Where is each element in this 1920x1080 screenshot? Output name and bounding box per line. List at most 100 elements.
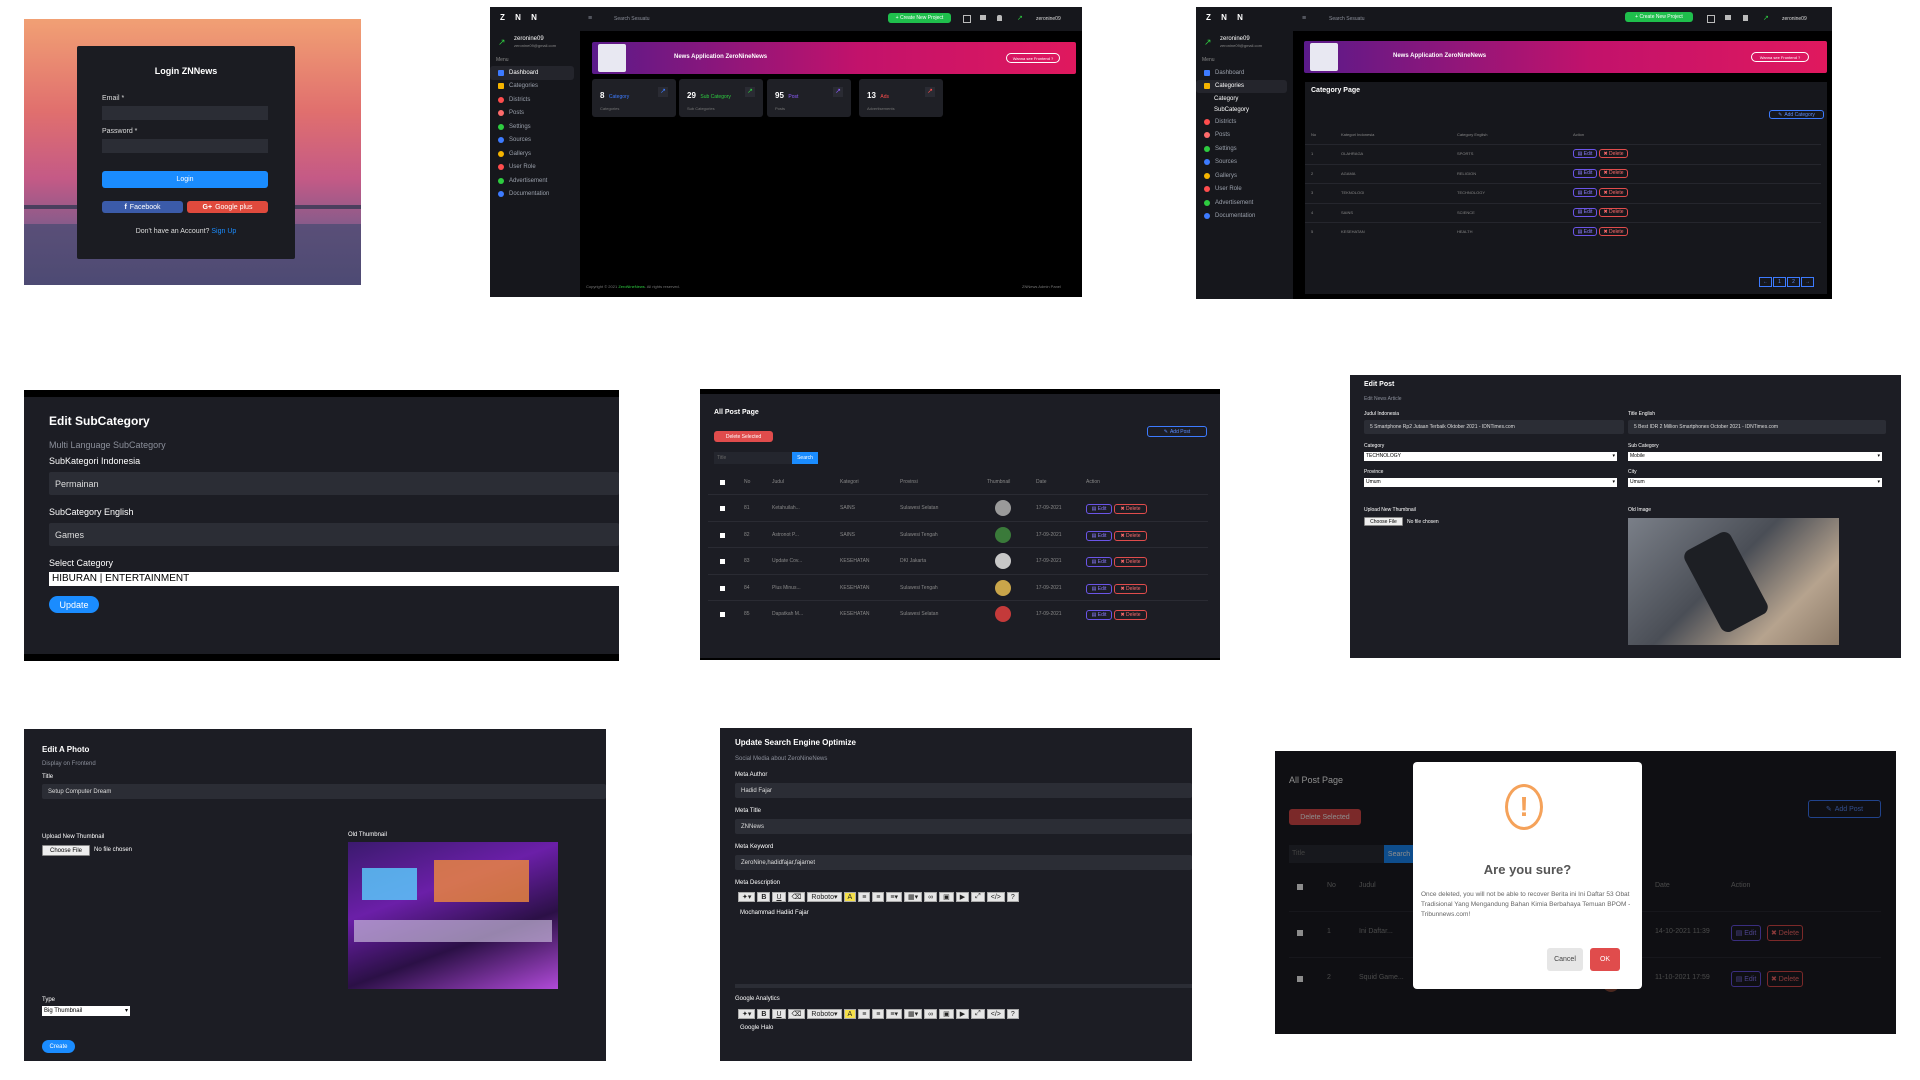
add-category-button[interactable]: ✎ Add Category xyxy=(1769,110,1824,119)
pagination-next[interactable]: → xyxy=(1801,277,1814,287)
sidebar-item-posts[interactable]: Posts xyxy=(490,107,580,121)
edit-button[interactable]: ▤ Edit xyxy=(1086,583,1112,594)
sidebar-item-advertisement[interactable]: Advertisement xyxy=(490,174,580,188)
photo-choose-file-button[interactable]: Choose File xyxy=(42,845,90,856)
sidebar-item-settings[interactable]: Settings xyxy=(1196,142,1293,156)
sidebar-subitem-subcategory[interactable]: SubCategory xyxy=(1196,104,1293,115)
image-icon[interactable]: ▣ xyxy=(939,1009,954,1019)
link-icon[interactable]: ∞ xyxy=(924,1009,938,1019)
cancel-button[interactable]: Cancel xyxy=(1547,948,1583,971)
edit-button[interactable]: ▤ Edit xyxy=(1573,149,1597,158)
magic-icon[interactable]: ✦▾ xyxy=(738,892,756,902)
delete-button[interactable]: ✖ Delete xyxy=(1599,207,1628,217)
footer-brand[interactable]: ZeroNineNews xyxy=(618,284,644,289)
row-checkbox[interactable] xyxy=(720,612,725,617)
update-button[interactable]: Update xyxy=(49,596,99,613)
stat-card[interactable]: 13 Ads Advertisements ↗ xyxy=(859,79,943,117)
post-search-input[interactable]: Title xyxy=(714,452,792,464)
meta-keyword-field[interactable]: ZeroNine,hadidfajar,fajarnet xyxy=(735,855,1192,870)
judul-field[interactable]: 5 Smartphone Rp2 Jutaan Terbaik Oktober … xyxy=(1364,420,1624,434)
title-en-field[interactable]: 5 Best IDR 2 Million Smartphones October… xyxy=(1628,420,1886,434)
grid-icon[interactable] xyxy=(963,15,971,23)
edit-button[interactable]: ▤ Edit xyxy=(1086,504,1112,514)
sidebar-item-categories[interactable]: Categories xyxy=(490,80,580,94)
meta-author-field[interactable]: Hadid Fajar xyxy=(735,783,1192,798)
search-input[interactable]: Search Sesuatu xyxy=(1329,16,1365,22)
code-icon[interactable]: </> xyxy=(986,892,1005,902)
edit-button[interactable]: ▤ Edit xyxy=(1086,610,1112,620)
row-checkbox[interactable] xyxy=(720,559,725,564)
google-button[interactable]: G+ Google plus xyxy=(187,201,268,213)
sidebar-subitem-category[interactable]: Category xyxy=(1196,93,1293,104)
edit-button[interactable]: ▤ Edit xyxy=(1573,188,1597,197)
bell-icon[interactable] xyxy=(1743,15,1748,21)
meta-description-editor[interactable]: Mochammad Hadiid Fajar xyxy=(735,904,1192,984)
analytics-text[interactable]: Google Halo xyxy=(740,1025,773,1031)
sidebar-item-posts[interactable]: Posts xyxy=(1196,129,1293,143)
choose-file-button[interactable]: Choose File xyxy=(1364,517,1403,526)
delete-button[interactable]: ✖ Delete xyxy=(1599,227,1628,236)
font-select[interactable]: Roboto ▾ xyxy=(807,892,842,902)
paragraph-icon[interactable]: ≡▾ xyxy=(886,892,902,902)
stat-card[interactable]: 29 Sub Category Sub Categories ↗ xyxy=(679,79,763,117)
edit-button[interactable]: ▤ Edit xyxy=(1086,557,1112,567)
video-icon[interactable]: ▶ xyxy=(955,1009,970,1019)
sidebar-item-districts[interactable]: Districts xyxy=(1196,115,1293,129)
ul-icon[interactable]: ≡ xyxy=(858,1009,871,1019)
topbar-username[interactable]: zeronine09 xyxy=(1036,16,1061,22)
delete-button[interactable]: ✖ Delete xyxy=(1599,168,1628,178)
post-search-button[interactable]: Search xyxy=(792,452,818,464)
meta-title-field[interactable]: ZNNews xyxy=(735,819,1192,834)
select-category-dropdown[interactable]: HIBURAN | ENTERTAINMENT xyxy=(49,572,619,586)
link-icon[interactable]: ∞ xyxy=(924,892,938,902)
add-post-button[interactable]: ✎ Add Post xyxy=(1147,426,1207,437)
table-icon[interactable]: ▦▾ xyxy=(903,1009,923,1019)
pagination-prev[interactable]: ← xyxy=(1759,277,1772,287)
delete-selected-button[interactable]: Delete Selected xyxy=(714,431,773,442)
bell-icon[interactable] xyxy=(997,15,1002,21)
row-checkbox[interactable] xyxy=(720,532,725,538)
table-icon[interactable]: ▦▾ xyxy=(903,892,923,902)
edit-button[interactable]: ▤ Edit xyxy=(1573,207,1597,217)
edit-button[interactable]: ▤ Edit xyxy=(1573,168,1597,178)
eraser-icon[interactable]: ⌫ xyxy=(787,892,806,902)
login-button[interactable]: Login xyxy=(102,171,268,188)
stat-card[interactable]: 8 Category Categories ↗ xyxy=(592,79,676,117)
ul-icon[interactable]: ≡ xyxy=(858,892,871,902)
underline-icon[interactable]: U xyxy=(772,892,786,902)
sidebar-item-gallerys[interactable]: Gallerys xyxy=(490,147,580,161)
menu-toggle-icon[interactable]: ≡ xyxy=(1302,15,1306,22)
bold-icon[interactable]: B xyxy=(757,892,771,902)
category-select[interactable]: TECHNOLOGY ▾ xyxy=(1364,452,1617,461)
image-icon[interactable]: ▣ xyxy=(939,892,954,902)
mail-icon[interactable] xyxy=(980,15,986,20)
delete-button[interactable]: ✖ Delete xyxy=(1114,583,1147,594)
text-color-icon[interactable]: A xyxy=(843,892,857,902)
font-select[interactable]: Roboto ▾ xyxy=(807,1009,842,1019)
editor-resize-bar[interactable] xyxy=(735,984,1192,988)
help-icon[interactable]: ? xyxy=(1006,892,1019,902)
edit-button[interactable]: ▤ Edit xyxy=(1086,530,1112,541)
help-icon[interactable]: ? xyxy=(1006,1009,1019,1019)
grid-icon[interactable] xyxy=(1707,15,1715,23)
sidebar-item-categories[interactable]: Categories xyxy=(1196,79,1287,93)
sidebar-item-documentation[interactable]: Documentation xyxy=(490,188,580,202)
facebook-button[interactable]: f Facebook xyxy=(102,201,183,213)
subcategory-en-field[interactable]: Games xyxy=(49,523,619,546)
edit-button[interactable]: ▤ Edit xyxy=(1573,227,1597,236)
search-input[interactable]: Search Sesuatu xyxy=(614,16,650,22)
mail-icon[interactable] xyxy=(1725,15,1731,20)
fullscreen-icon[interactable]: ⤢ xyxy=(971,1009,985,1019)
sidebar-item-dashboard[interactable]: Dashboard xyxy=(1196,66,1293,80)
sidebar-item-advertisement[interactable]: Advertisement xyxy=(1196,196,1293,210)
sidebar-item-user-role[interactable]: User Role xyxy=(490,161,580,175)
subkategori-id-field[interactable]: Permainan xyxy=(49,472,619,495)
create-project-button[interactable]: + Create New Project xyxy=(888,13,951,23)
sidebar-item-districts[interactable]: Districts xyxy=(490,93,580,107)
ol-icon[interactable]: ≡ xyxy=(872,892,885,902)
eraser-icon[interactable]: ⌫ xyxy=(787,1009,806,1019)
magic-icon[interactable]: ✦▾ xyxy=(738,1009,756,1019)
signup-link[interactable]: Sign Up xyxy=(211,228,236,235)
video-icon[interactable]: ▶ xyxy=(955,892,970,902)
sidebar-item-settings[interactable]: Settings xyxy=(490,120,580,134)
